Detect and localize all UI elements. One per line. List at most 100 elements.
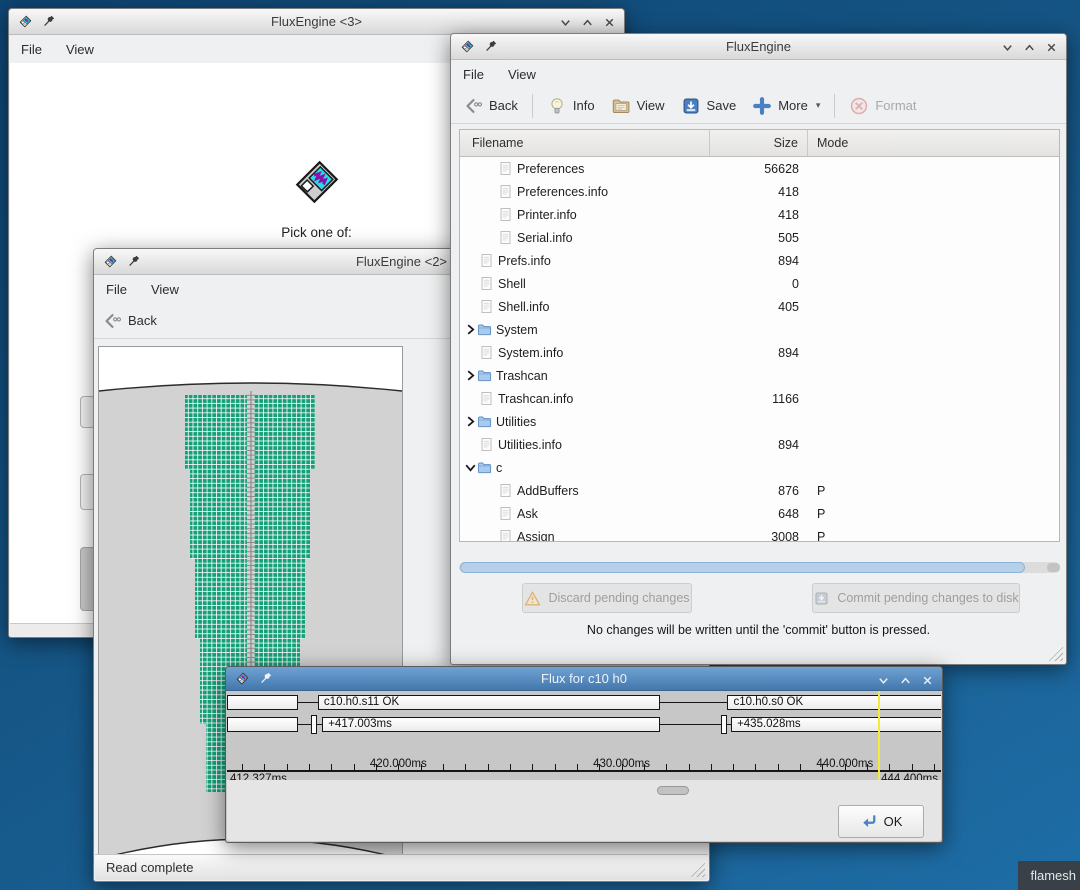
size-cell: 405 bbox=[710, 300, 808, 314]
close-icon[interactable] bbox=[921, 674, 934, 687]
axis-minor-tick bbox=[421, 764, 422, 770]
table-header[interactable]: Filename Size Mode bbox=[460, 130, 1059, 157]
record-box[interactable] bbox=[227, 717, 298, 732]
toolbar-separator bbox=[834, 94, 835, 118]
column-header-size[interactable]: Size bbox=[710, 130, 808, 156]
axis-minor-tick bbox=[354, 764, 355, 770]
file-row[interactable]: Preferences56628 bbox=[460, 157, 1059, 180]
filename-cell: c bbox=[460, 460, 710, 475]
filename-text: Printer.info bbox=[517, 208, 577, 222]
axis-minor-tick bbox=[443, 764, 444, 770]
flux-scrollbar-thumb[interactable] bbox=[657, 786, 689, 795]
file-row[interactable]: Serial.info505 bbox=[460, 226, 1059, 249]
column-header-filename[interactable]: Filename bbox=[460, 130, 710, 156]
sector-box[interactable]: c10.h0.s11 OK bbox=[318, 695, 660, 710]
pin-icon[interactable] bbox=[484, 40, 497, 53]
filename-text: Utilities bbox=[496, 415, 536, 429]
titlebar[interactable]: FluxEngine bbox=[451, 34, 1066, 60]
file-row[interactable]: System.info894 bbox=[460, 341, 1059, 364]
ok-button[interactable]: OK bbox=[838, 805, 924, 838]
commit-pending-changes-button: Commit pending changes to disk bbox=[812, 583, 1020, 613]
file-table-body: Preferences56628Preferences.info418Print… bbox=[460, 157, 1059, 541]
expand-expander-icon[interactable] bbox=[464, 415, 477, 428]
file-row[interactable]: Printer.info418 bbox=[460, 203, 1059, 226]
menu-view[interactable]: View bbox=[496, 63, 548, 86]
plus-icon bbox=[752, 96, 772, 116]
status-bar: Read complete bbox=[95, 854, 708, 880]
expand-expander-icon[interactable] bbox=[464, 369, 477, 382]
record-box[interactable]: +435.028ms bbox=[731, 717, 941, 732]
maximize-icon[interactable] bbox=[1023, 41, 1036, 54]
mode-cell: P bbox=[808, 530, 1059, 542]
window-fluxengine-files: FluxEngine File View Back Info View Save bbox=[450, 33, 1067, 665]
minimize-icon[interactable] bbox=[877, 674, 890, 687]
expand-expander-icon[interactable] bbox=[464, 323, 477, 336]
filename-text: Trashcan.info bbox=[498, 392, 573, 406]
fluxengine-logo bbox=[286, 151, 348, 213]
scrollbar-thumb[interactable] bbox=[460, 562, 1025, 573]
menubar: File View bbox=[451, 60, 1066, 88]
pin-icon[interactable] bbox=[127, 255, 140, 268]
resize-grip[interactable] bbox=[1048, 646, 1063, 661]
filename-cell: Shell bbox=[460, 276, 710, 291]
file-row[interactable]: Shell0 bbox=[460, 272, 1059, 295]
folder-row[interactable]: System bbox=[460, 318, 1059, 341]
menu-file[interactable]: File bbox=[94, 278, 139, 301]
menu-view[interactable]: View bbox=[139, 278, 191, 301]
pin-icon[interactable] bbox=[42, 15, 55, 28]
file-row[interactable]: Assign3008P bbox=[460, 525, 1059, 541]
pin-icon[interactable] bbox=[259, 672, 272, 685]
sector-box[interactable] bbox=[227, 695, 298, 710]
file-row[interactable]: Trashcan.info1166 bbox=[460, 387, 1059, 410]
file-row[interactable]: Preferences.info418 bbox=[460, 180, 1059, 203]
axis-minor-tick bbox=[800, 764, 801, 770]
file-icon bbox=[498, 529, 513, 541]
maximize-icon[interactable] bbox=[899, 674, 912, 687]
file-row[interactable]: AddBuffers876P bbox=[460, 479, 1059, 502]
file-row[interactable]: Prefs.info894 bbox=[460, 249, 1059, 272]
horizontal-scrollbar[interactable] bbox=[459, 562, 1060, 573]
overflow-app-label[interactable]: flamesh bbox=[1018, 861, 1080, 890]
column-header-mode[interactable]: Mode bbox=[808, 130, 1059, 156]
collapse-expander-icon[interactable] bbox=[464, 461, 477, 474]
file-row[interactable]: Utilities.info894 bbox=[460, 433, 1059, 456]
sector-box[interactable]: c10.h0.s0 OK bbox=[727, 695, 941, 710]
menu-file[interactable]: File bbox=[9, 38, 54, 61]
file-row[interactable]: Ask648P bbox=[460, 502, 1059, 525]
warning-icon bbox=[524, 590, 541, 607]
menu-file[interactable]: File bbox=[451, 63, 496, 86]
menu-view[interactable]: View bbox=[54, 38, 106, 61]
filename-text: c bbox=[496, 461, 502, 475]
file-row[interactable]: Shell.info 405 bbox=[460, 295, 1059, 318]
minimize-icon[interactable] bbox=[1001, 41, 1014, 54]
close-icon[interactable] bbox=[603, 16, 616, 29]
more-button[interactable]: More ▾ bbox=[744, 91, 828, 121]
filename-text: Utilities.info bbox=[498, 438, 562, 452]
back-button[interactable]: Back bbox=[455, 91, 526, 121]
titlebar[interactable]: Flux for c10 h0 bbox=[226, 667, 942, 691]
window-title: FluxEngine <3> bbox=[9, 14, 624, 29]
flux-lower-area: OK bbox=[227, 780, 941, 841]
record-box[interactable]: +417.003ms bbox=[322, 717, 660, 732]
folder-icon bbox=[477, 368, 492, 383]
folder-row[interactable]: c bbox=[460, 456, 1059, 479]
resize-grip[interactable] bbox=[690, 862, 705, 877]
back-button[interactable]: Back bbox=[94, 306, 165, 336]
filename-text: Shell.info bbox=[498, 300, 549, 314]
titlebar[interactable]: FluxEngine <3> bbox=[9, 9, 624, 35]
filename-cell: AddBuffers bbox=[460, 483, 710, 498]
axis-minor-tick bbox=[577, 764, 578, 770]
folder-row[interactable]: Trashcan bbox=[460, 364, 1059, 387]
maximize-icon[interactable] bbox=[581, 16, 594, 29]
filename-cell: Utilities.info bbox=[460, 437, 710, 452]
minimize-icon[interactable] bbox=[559, 16, 572, 29]
view-button[interactable]: View bbox=[603, 91, 673, 121]
save-button[interactable]: Save bbox=[673, 91, 745, 121]
filename-cell: Printer.info bbox=[460, 207, 710, 222]
info-button[interactable]: Info bbox=[539, 91, 603, 121]
folder-row[interactable]: Utilities bbox=[460, 410, 1059, 433]
filename-cell: System.info bbox=[460, 345, 710, 360]
axis-minor-tick bbox=[666, 764, 667, 770]
file-icon bbox=[479, 391, 494, 406]
close-icon[interactable] bbox=[1045, 41, 1058, 54]
